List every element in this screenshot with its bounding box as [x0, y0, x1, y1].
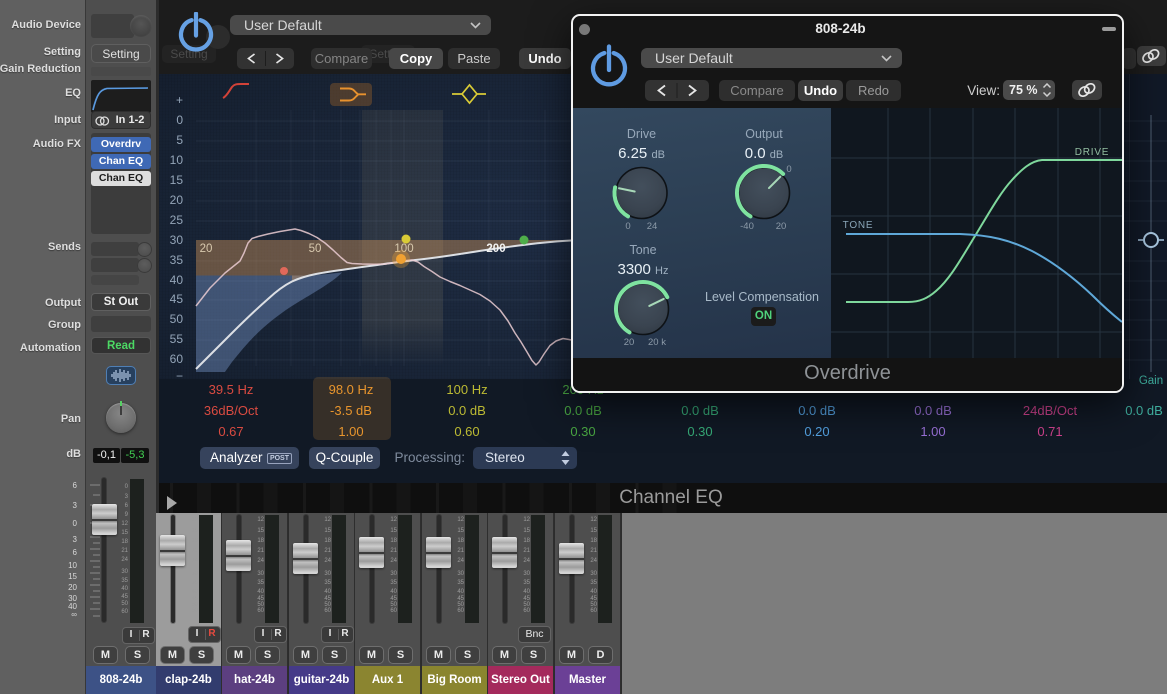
svg-text:20: 20: [200, 243, 213, 255]
svg-text:200: 200: [486, 243, 505, 255]
svg-text:DRIVE: DRIVE: [1075, 147, 1110, 158]
svg-text:50: 50: [309, 243, 322, 255]
svg-text:TONE: TONE: [843, 220, 874, 231]
